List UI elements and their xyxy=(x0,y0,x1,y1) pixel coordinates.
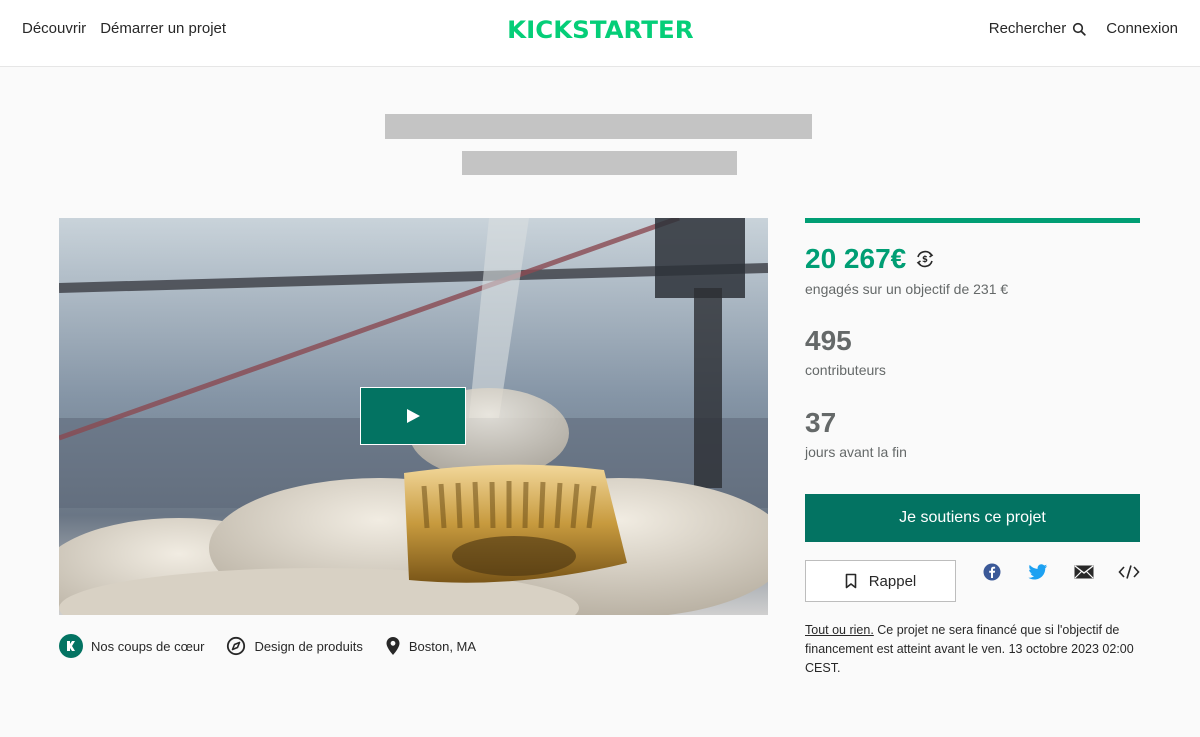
all-or-nothing-link[interactable]: Tout ou rien. xyxy=(805,623,874,637)
svg-text:$: $ xyxy=(922,255,928,265)
nav-discover-link[interactable]: Découvrir xyxy=(22,20,86,37)
days-remaining-count: 37 xyxy=(805,407,837,438)
nav-start-project-link[interactable]: Démarrer un projet xyxy=(100,20,226,37)
location-label: Boston, MA xyxy=(408,638,477,654)
pledged-goal-text: engagés sur un objectif de 231 € xyxy=(805,281,1009,297)
email-icon xyxy=(1074,565,1094,579)
twitter-icon xyxy=(1028,563,1048,579)
login-link[interactable]: Connexion xyxy=(1106,20,1178,37)
back-this-project-button[interactable]: Je soutiens ce projet xyxy=(805,494,1140,542)
location-pin-icon xyxy=(386,637,400,655)
play-button[interactable] xyxy=(360,387,466,445)
nav-left: Découvrir Démarrer un projet xyxy=(22,20,226,37)
kickstarter-k-icon xyxy=(59,634,83,658)
share-twitter-button[interactable] xyxy=(1027,562,1049,582)
backers-label: contributeurs xyxy=(805,362,886,378)
play-icon xyxy=(407,409,420,423)
logo-text: KICKSTARTER xyxy=(506,16,694,44)
pledged-block: 20 267€ $ xyxy=(805,243,936,275)
location-link[interactable]: Boston, MA xyxy=(385,636,476,656)
facebook-icon xyxy=(983,563,1001,581)
all-or-nothing-notice: Tout ou rien. Ce projet ne sera financé … xyxy=(805,621,1145,678)
pledged-amount: 20 267€ xyxy=(805,243,907,274)
share-facebook-button[interactable] xyxy=(981,562,1003,582)
kickstarter-logo[interactable]: KICKSTARTER xyxy=(505,14,695,46)
embed-code-button[interactable] xyxy=(1118,562,1140,582)
days-remaining-label: jours avant la fin xyxy=(805,444,907,460)
bookmark-icon xyxy=(845,573,857,589)
nav-right: Rechercher Connexion xyxy=(989,20,1178,37)
currency-conversion-icon[interactable]: $ xyxy=(914,248,936,270)
search-label: Rechercher xyxy=(988,20,1067,37)
project-subtitle-redacted xyxy=(462,151,737,175)
category-label: Design de produits xyxy=(254,638,363,654)
top-navigation-bar: Découvrir Démarrer un projet KICKSTARTER… xyxy=(0,0,1200,67)
search-icon xyxy=(1073,22,1086,36)
category-link[interactable]: Design de produits xyxy=(226,636,363,656)
project-title-redacted xyxy=(385,114,812,139)
embed-code-icon xyxy=(1118,565,1140,579)
project-meta: Nos coups de cœur Design de produits Bos… xyxy=(59,634,498,658)
share-email-button[interactable] xyxy=(1073,562,1095,582)
project-video[interactable] xyxy=(59,218,768,615)
funding-progress-bar xyxy=(805,218,1140,223)
compass-icon xyxy=(227,636,246,656)
remind-label: Rappel xyxy=(868,572,917,590)
search-button[interactable]: Rechercher xyxy=(989,20,1087,37)
backers-count: 495 xyxy=(805,325,852,356)
pwl-badge-link[interactable]: Nos coups de cœur xyxy=(59,634,204,658)
pwl-label: Nos coups de cœur xyxy=(91,638,205,654)
remind-me-button[interactable]: Rappel xyxy=(805,560,956,602)
